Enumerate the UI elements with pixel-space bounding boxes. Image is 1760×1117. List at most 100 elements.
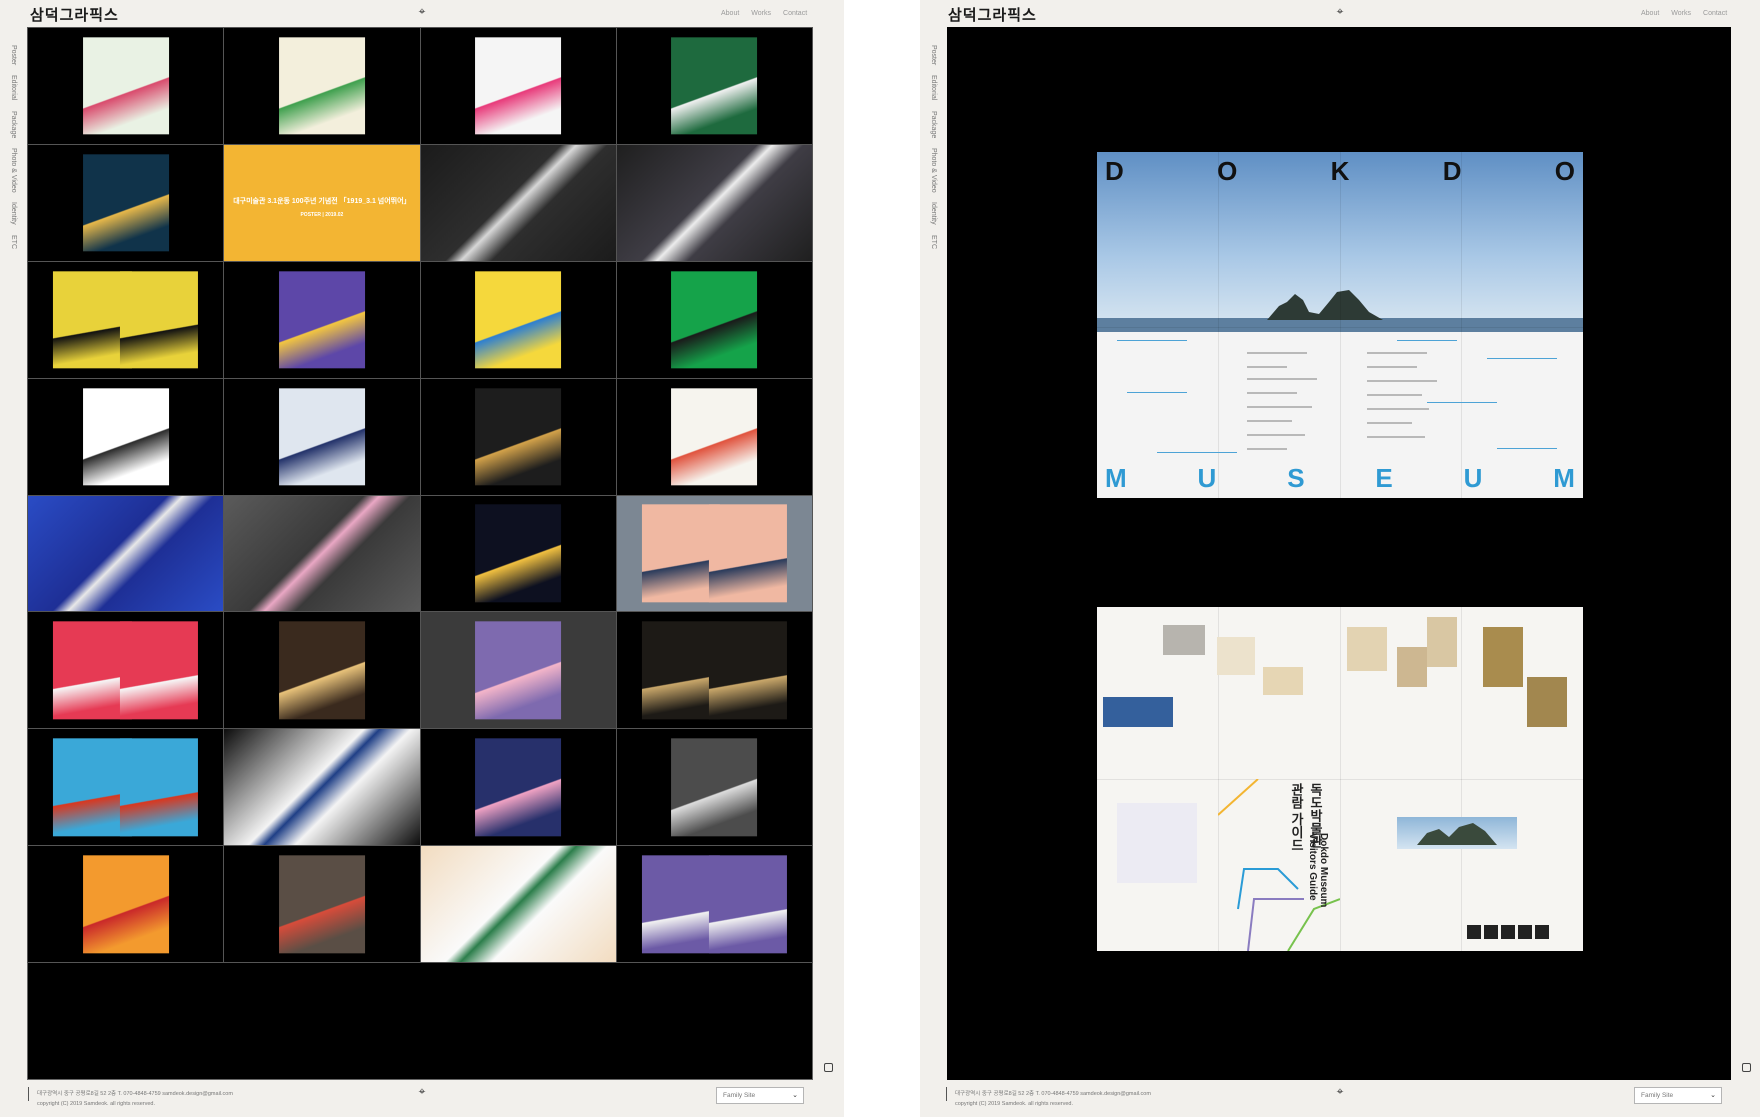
guide-image <box>1217 637 1255 675</box>
tile-meta: POSTER | 2019.02 <box>300 212 344 219</box>
sidebar-item-poster[interactable]: Poster <box>930 45 937 65</box>
photo-thumbnail <box>420 144 616 261</box>
photo-thumbnail <box>616 144 812 261</box>
nav-about[interactable]: About <box>721 10 739 17</box>
family-site-select[interactable]: Family Site ⌄ <box>1634 1087 1722 1104</box>
text-line <box>1247 378 1317 380</box>
sidebar-item-photo-video[interactable]: Photo & Video <box>930 148 937 193</box>
work-tile[interactable] <box>223 260 421 379</box>
works-gallery-grid: 대구미술관 3.1운동 100주년 기념전 「1919_3.1 넘어뛰어」 POS… <box>26 27 814 1080</box>
accent-line <box>1127 392 1187 393</box>
work-tile[interactable] <box>615 494 814 613</box>
guide-image <box>1347 627 1387 671</box>
site-logo[interactable]: 삼덕그라픽스 <box>948 4 1037 25</box>
work-tile[interactable] <box>26 611 225 730</box>
footer-letter: S <box>1287 463 1305 493</box>
instagram-icon[interactable] <box>824 1063 833 1072</box>
sidebar-item-identity[interactable]: Identity <box>930 202 937 225</box>
work-tile[interactable] <box>223 611 421 730</box>
sidebar-item-photo-video[interactable]: Photo & Video <box>10 148 17 193</box>
work-tile[interactable] <box>26 260 225 379</box>
work-tile[interactable]: 대구미술관 3.1운동 100주년 기념전 「1919_3.1 넘어뛰어」 POS… <box>223 143 421 262</box>
sidebar-item-etc[interactable]: ETC <box>930 235 937 249</box>
visitors-guide-spread[interactable]: 독도박물관 관람 가이드 Dokdo Museum Visitors Guide <box>1097 607 1583 951</box>
poster-thumbnail <box>708 504 787 603</box>
work-tile[interactable] <box>419 377 617 496</box>
work-tile[interactable] <box>419 143 617 262</box>
footer-letters: M U S E U M <box>1097 463 1583 494</box>
work-tile[interactable] <box>223 494 421 613</box>
sidebar-item-editorial[interactable]: Editorial <box>930 75 937 100</box>
qr-codes <box>1467 925 1549 939</box>
poster-thumbnail <box>475 621 562 720</box>
crosshair-icon: ⌖ <box>418 4 426 18</box>
family-site-select[interactable]: Family Site ⌄ <box>716 1087 804 1104</box>
fold-line <box>1461 152 1462 498</box>
footer-letter: M <box>1105 463 1127 493</box>
accent-line <box>1397 340 1457 341</box>
work-tile[interactable] <box>615 260 814 379</box>
work-tile[interactable] <box>419 27 617 145</box>
text-line <box>1247 448 1287 450</box>
work-tile[interactable] <box>615 728 814 847</box>
work-tile[interactable] <box>419 494 617 613</box>
fold-line <box>1097 327 1583 328</box>
footer-address: 대구광역시 중구 공평로8길 52 2층 T. 070-4848-4759 sa… <box>955 1091 1151 1097</box>
tile-title: 대구미술관 3.1운동 100주년 기념전 「1919_3.1 넘어뛰어」 <box>233 197 411 205</box>
poster-thumbnail <box>119 621 198 720</box>
text-line <box>1247 352 1307 354</box>
work-tile[interactable] <box>26 845 225 964</box>
poster-thumbnail <box>475 37 562 135</box>
sidebar-item-package[interactable]: Package <box>10 111 17 138</box>
sidebar-item-identity[interactable]: Identity <box>10 202 17 225</box>
work-tile[interactable] <box>26 494 225 613</box>
work-tile[interactable] <box>615 611 814 730</box>
sidebar-item-editorial[interactable]: Editorial <box>10 75 17 100</box>
work-tile[interactable] <box>223 728 421 847</box>
work-tile[interactable] <box>419 611 617 730</box>
work-tile[interactable] <box>419 260 617 379</box>
sidebar-item-etc[interactable]: ETC <box>10 235 17 249</box>
header-letter: D <box>1442 156 1462 186</box>
work-tile[interactable] <box>26 143 225 262</box>
text-line <box>1367 352 1427 354</box>
work-tile[interactable] <box>419 845 617 964</box>
dokdo-museum-poster[interactable]: D O K D O M U S E U M <box>1097 152 1583 498</box>
nav-works[interactable]: Works <box>751 10 771 17</box>
nav-about[interactable]: About <box>1641 10 1659 17</box>
poster-thumbnail <box>671 271 758 369</box>
work-detail-page: 삼덕그라픽스 ⌖ About Works Contact Poster Edit… <box>920 0 1760 1117</box>
nav-contact[interactable]: Contact <box>1703 10 1727 17</box>
work-tile[interactable] <box>223 27 421 145</box>
text-line <box>1367 380 1437 382</box>
work-tile[interactable] <box>615 27 814 145</box>
works-grid-page: 삼덕그라픽스 ⌖ About Works Contact Poster Edit… <box>0 0 844 1117</box>
work-tile[interactable] <box>615 143 814 262</box>
site-logo[interactable]: 삼덕그라픽스 <box>30 4 119 25</box>
work-tile[interactable] <box>615 845 814 964</box>
footer-divider <box>28 1087 29 1101</box>
nav-contact[interactable]: Contact <box>783 10 807 17</box>
poster-thumbnail <box>278 37 365 135</box>
work-tile[interactable] <box>223 845 421 964</box>
footer-letter: U <box>1197 463 1217 493</box>
work-tile[interactable] <box>615 377 814 496</box>
guide-title-en: Dokdo Museum Visitors Guide <box>1307 833 1329 908</box>
top-navigation: About Works Contact <box>721 10 807 17</box>
instagram-icon[interactable] <box>1742 1063 1751 1072</box>
sidebar-item-package[interactable]: Package <box>930 111 937 138</box>
poster-thumbnail <box>671 387 758 486</box>
work-tile[interactable] <box>26 27 225 145</box>
sidebar-item-poster[interactable]: Poster <box>10 45 17 65</box>
work-tile[interactable] <box>26 377 225 496</box>
work-tile[interactable] <box>419 728 617 847</box>
nav-works[interactable]: Works <box>1671 10 1691 17</box>
crosshair-icon: ⌖ <box>1336 4 1344 18</box>
work-tile[interactable] <box>26 728 225 847</box>
work-tile[interactable] <box>223 377 421 496</box>
footer-letter: M <box>1553 463 1575 493</box>
text-line <box>1367 366 1417 368</box>
fold-line <box>1097 779 1583 780</box>
fold-line <box>1340 152 1341 498</box>
text-line <box>1367 436 1425 438</box>
